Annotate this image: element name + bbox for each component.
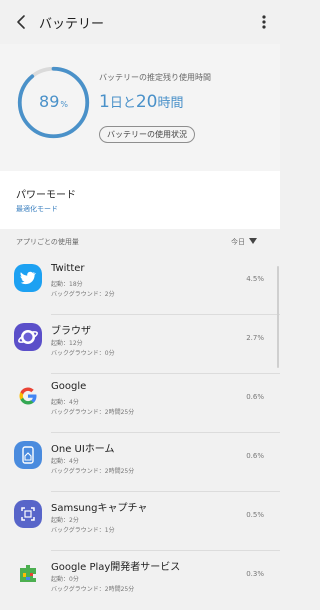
app-bar: バッテリー (0, 0, 280, 44)
app-name: Twitter (51, 263, 85, 274)
app-usage-percent: 0.3% (246, 570, 264, 578)
app-name: Google Play開発者サービス (51, 562, 181, 573)
time-hours: 20 (135, 92, 158, 112)
twitter-icon (14, 264, 42, 292)
battery-percent-unit: % (60, 100, 68, 109)
samsung-capture-icon (14, 500, 42, 528)
app-foreground-time: 起動：2分 (51, 517, 79, 524)
app-background-time: バックグラウンド：2分 (51, 291, 115, 298)
power-mode-row[interactable]: パワーモード 最適化モード (0, 171, 280, 229)
app-name: One UIホーム (51, 444, 115, 455)
time-day-unit: 日と (109, 96, 136, 111)
app-usage-percent: 4.5% (246, 275, 264, 283)
app-background-time: バックグラウンド：2時間25分 (51, 586, 135, 593)
app-foreground-time: 起動：4分 (51, 458, 79, 465)
app-name: Google (51, 381, 87, 392)
app-usage-percent: 0.6% (246, 452, 264, 460)
battery-percent-value: 89 (39, 92, 60, 111)
app-foreground-time: 起動：0分 (51, 576, 79, 583)
list-item[interactable]: ブラウザ 起動：12分 バックグラウンド：0分 2.7% (0, 315, 280, 374)
more-options-icon[interactable] (256, 12, 272, 32)
list-item[interactable]: Twitter 起動：18分 バックグラウンド：2分 4.5% (0, 256, 280, 315)
one-ui-home-icon (14, 441, 42, 469)
dropdown-arrow-icon[interactable] (249, 238, 257, 244)
time-days: 1 (99, 92, 110, 112)
app-usage-list: Twitter 起動：18分 バックグラウンド：2分 4.5% ブラウザ 起動：… (0, 256, 280, 600)
app-usage-percent: 2.7% (246, 334, 264, 342)
samsung-internet-icon (14, 323, 42, 351)
app-foreground-time: 起動：4分 (51, 399, 79, 406)
battery-summary-card: 89% バッテリーの推定残り使用時間 1日と20時間 バッテリーの使用状況 (0, 44, 280, 171)
battery-percent: 89% (16, 92, 91, 111)
scrollbar[interactable] (277, 266, 279, 368)
power-mode-title: パワーモード (16, 190, 76, 201)
app-foreground-time: 起動：12分 (51, 340, 83, 347)
app-name: ブラウザ (51, 326, 91, 337)
list-item[interactable]: One UIホーム 起動：4分 バックグラウンド：2時間25分 0.6% (0, 433, 280, 492)
estimated-time: 1日と20時間 (99, 92, 184, 112)
time-hour-unit: 時間 (157, 96, 184, 111)
usage-section-label: アプリごとの使用量 (16, 238, 79, 246)
list-item[interactable]: Google 起動：4分 バックグラウンド：2時間25分 0.6% (0, 374, 280, 433)
battery-usage-button[interactable]: バッテリーの使用状況 (99, 126, 195, 143)
back-arrow-icon[interactable] (12, 12, 32, 32)
app-background-time: バックグラウンド：0分 (51, 350, 115, 357)
app-background-time: バックグラウンド：2時間25分 (51, 409, 135, 416)
app-name: Samsungキャプチャ (51, 503, 148, 514)
app-usage-percent: 0.5% (246, 511, 264, 519)
google-play-services-icon (14, 559, 42, 587)
page-title: バッテリー (39, 17, 105, 32)
app-usage-percent: 0.6% (246, 393, 264, 401)
app-foreground-time: 起動：18分 (51, 281, 83, 288)
app-background-time: バックグラウンド：1分 (51, 527, 115, 534)
list-item[interactable]: Samsungキャプチャ 起動：2分 バックグラウンド：1分 0.5% (0, 492, 280, 551)
list-item[interactable]: Google Play開発者サービス 起動：0分 バックグラウンド：2時間25分… (0, 551, 280, 610)
usage-header: アプリごとの使用量 今日 (0, 229, 280, 256)
power-mode-value: 最適化モード (16, 205, 58, 213)
usage-period-select[interactable]: 今日 (231, 237, 245, 247)
google-icon (14, 382, 42, 410)
app-background-time: バックグラウンド：2時間25分 (51, 468, 135, 475)
estimated-time-label: バッテリーの推定残り使用時間 (99, 73, 211, 82)
